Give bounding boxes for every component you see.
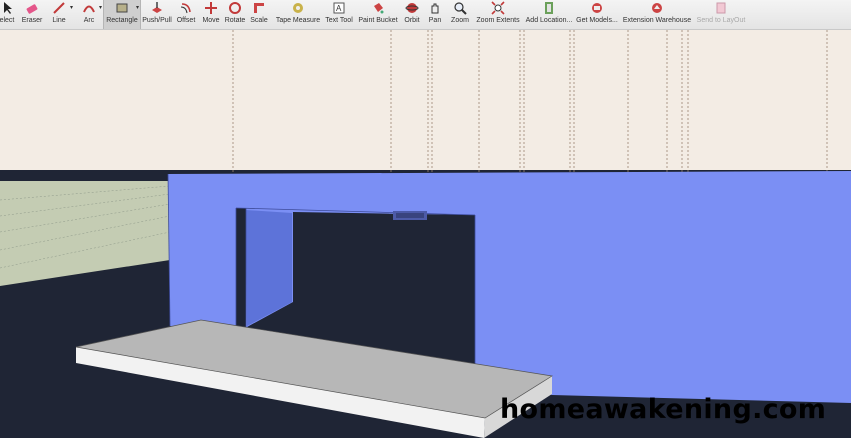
get-models-icon <box>590 1 604 15</box>
tool-rotate-button[interactable]: Rotate <box>224 0 246 29</box>
tape-measure-icon <box>291 1 305 15</box>
tool-pan-button[interactable]: Pan <box>426 0 444 29</box>
tool-label: Extension Warehouse <box>622 17 692 24</box>
add-location-icon <box>542 1 556 15</box>
tool-layout-button[interactable]: Send to LayOut <box>696 0 746 29</box>
text-tool-icon: A <box>332 1 346 15</box>
rectangle-icon <box>115 1 129 15</box>
tool-extwh-button[interactable]: Extension Warehouse <box>622 0 692 29</box>
tool-scale-button[interactable]: Scale <box>249 0 269 29</box>
eraser-icon <box>25 1 39 15</box>
rotate-icon <box>228 1 242 15</box>
svg-text:A: A <box>336 4 342 13</box>
tool-dropdown-caret-icon[interactable]: ▾ <box>99 4 102 11</box>
arc-icon <box>82 1 96 15</box>
extension-warehouse-icon <box>650 1 664 15</box>
tool-label: Offset <box>176 17 196 24</box>
tool-getmodels-button[interactable]: Get Models... <box>575 0 619 29</box>
tool-offset-button[interactable]: Offset <box>174 0 198 29</box>
tool-label: Pan <box>428 17 442 24</box>
sketchup-viewport[interactable] <box>0 0 851 438</box>
move-icon <box>204 1 218 15</box>
tool-label: Line <box>52 17 66 24</box>
tool-zoom-button[interactable]: Zoom <box>449 0 471 29</box>
main-toolbar: elect Eraser Line ▾ Arc ▾ Rectangle ▾ Push/Pull O… <box>0 0 851 30</box>
tool-label: elect <box>0 17 15 24</box>
zoom-icon <box>453 1 467 15</box>
tool-label: Zoom Extents <box>476 17 520 24</box>
offset-icon <box>179 1 193 15</box>
tool-arc-button[interactable]: Arc ▾ <box>75 0 103 29</box>
tool-label: Get Models... <box>576 17 618 24</box>
tool-eraser-button[interactable]: Eraser <box>21 0 43 29</box>
tool-addloc-button[interactable]: Add Location... <box>524 0 574 29</box>
tool-label: Text Tool <box>325 17 353 24</box>
scale-icon <box>252 1 266 15</box>
tool-label: Paint Bucket <box>358 17 398 24</box>
tool-label: Orbit <box>404 17 420 24</box>
tool-zoomext-button[interactable]: Zoom Extents <box>474 0 522 29</box>
tool-pushpull-button[interactable]: Push/Pull <box>140 0 174 29</box>
vent-inner <box>396 213 424 218</box>
tool-paint-button[interactable]: Paint Bucket <box>356 0 400 29</box>
orbit-icon <box>405 1 419 15</box>
tool-move-button[interactable]: Move <box>200 0 222 29</box>
tool-label: Send to LayOut <box>696 17 746 24</box>
pencil-line-icon <box>52 1 66 15</box>
tool-dropdown-caret-icon[interactable]: ▾ <box>70 4 73 11</box>
tool-rectangle-button[interactable]: Rectangle ▾ <box>103 0 141 29</box>
tool-label: Tape Measure <box>275 17 321 24</box>
push-pull-icon <box>150 1 164 15</box>
tool-line-button[interactable]: Line ▾ <box>44 0 74 29</box>
tool-text-button[interactable]: A Text Tool <box>322 0 356 29</box>
tool-label: Rectangle <box>106 17 138 24</box>
tool-label: Eraser <box>21 17 43 24</box>
tool-label: Move <box>202 17 220 24</box>
tool-label: Scale <box>250 17 268 24</box>
tool-label: Rotate <box>224 17 246 24</box>
tool-tape-button[interactable]: Tape Measure <box>273 0 323 29</box>
tool-label: Arc <box>83 17 95 24</box>
watermark-text: homeawakening.com <box>500 394 827 425</box>
tool-label: Zoom <box>451 17 469 24</box>
zoom-extents-icon <box>491 1 505 15</box>
tool-label: Push/Pull <box>142 17 172 24</box>
select-arrow-icon <box>0 1 14 15</box>
send-to-layout-icon <box>714 1 728 15</box>
pan-hand-icon <box>428 1 442 15</box>
tool-dropdown-caret-icon[interactable]: ▾ <box>136 4 139 11</box>
tool-label: Add Location... <box>525 17 573 24</box>
paint-bucket-icon <box>371 1 385 15</box>
tool-orbit-button[interactable]: Orbit <box>402 0 422 29</box>
tool-select-button[interactable]: elect <box>0 0 18 29</box>
